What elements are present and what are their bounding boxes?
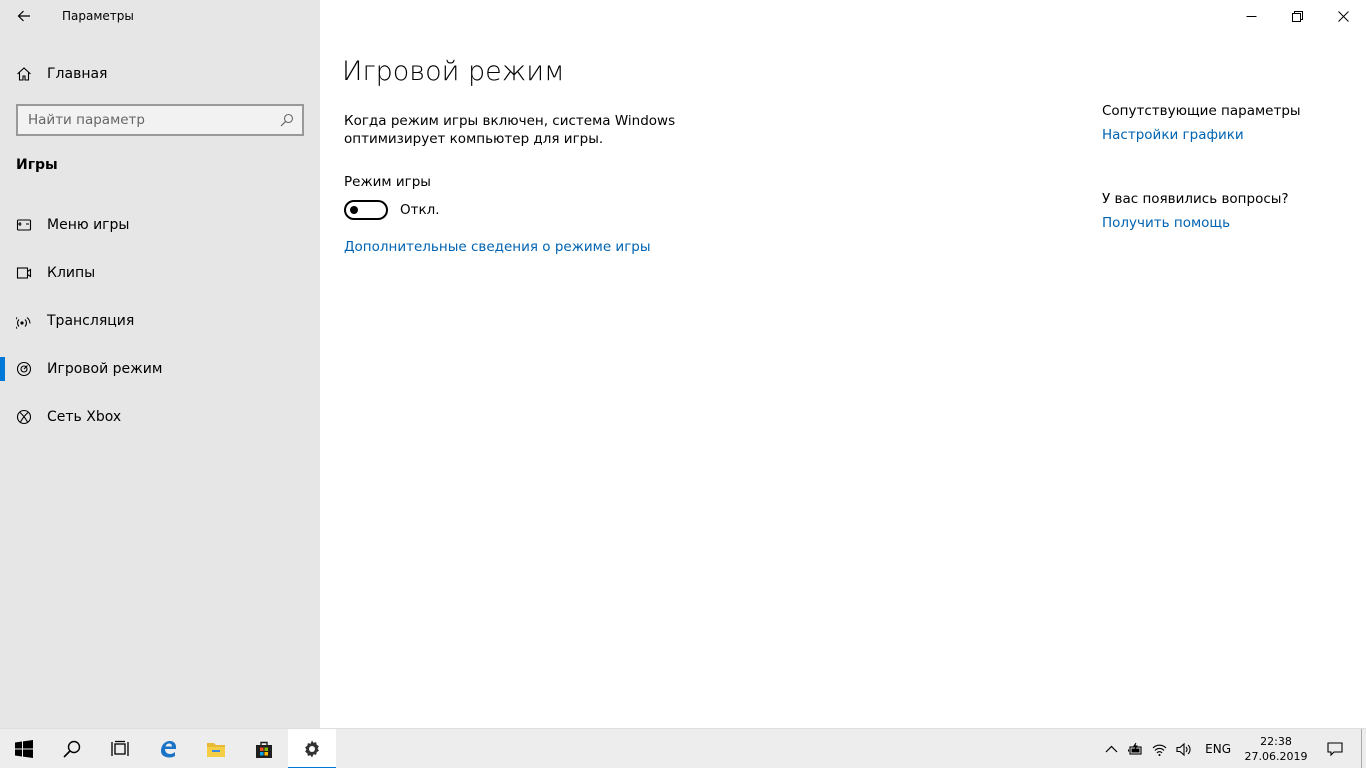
graphics-settings-link[interactable]: Настройки графики [1102, 127, 1362, 143]
back-arrow-icon [17, 10, 30, 22]
battery-icon [1127, 742, 1142, 755]
clock[interactable]: 22:38 27.06.2019 [1241, 734, 1311, 764]
minimize-button[interactable] [1228, 0, 1274, 32]
task-view-button[interactable] [96, 729, 144, 768]
windows-start-icon [15, 739, 33, 758]
close-icon [1337, 10, 1349, 22]
toggle-state-text: Откл. [400, 202, 440, 218]
get-help-link[interactable]: Получить помощь [1102, 215, 1362, 231]
clock-date: 27.06.2019 [1244, 750, 1308, 763]
file-explorer-button[interactable] [192, 729, 240, 768]
sidebar-item-label: Трансляция [47, 313, 135, 329]
action-center-button[interactable] [1311, 729, 1359, 768]
sidebar-item-game-mode[interactable]: Игровой режим [0, 345, 320, 393]
back-button[interactable] [0, 0, 48, 32]
related-settings-title: Сопутствующие параметры [1102, 103, 1301, 119]
restore-button[interactable] [1274, 0, 1320, 32]
start-button[interactable] [0, 729, 48, 768]
broadcast-icon [0, 313, 47, 329]
restore-icon [1291, 10, 1303, 22]
show-desktop-button[interactable] [1361, 729, 1366, 768]
chevron-up-icon [1105, 745, 1118, 752]
network-button[interactable] [1147, 729, 1171, 768]
questions-title: У вас появились вопросы? [1102, 191, 1289, 207]
home-icon [0, 66, 47, 82]
taskbar-search-button[interactable] [48, 729, 96, 768]
sidebar-item-label: Сеть Xbox [47, 409, 122, 425]
page-title: Игровой режим [342, 56, 565, 87]
nav-home-label: Главная [47, 66, 108, 82]
clock-time: 22:38 [1260, 735, 1292, 748]
show-hidden-icons-button[interactable] [1099, 729, 1123, 768]
game-mode-toggle[interactable] [344, 200, 388, 220]
section-title: Игры [16, 157, 58, 173]
more-info-link[interactable]: Дополнительные сведения о режиме игры [344, 239, 651, 255]
taskbar: ENG 22:38 27.06.2019 [0, 728, 1366, 768]
volume-icon [1176, 742, 1191, 756]
task-view-icon [111, 740, 129, 756]
game-mode-toggle-row: Откл. [344, 200, 440, 220]
related-settings: Сопутствующие параметры Настройки график… [1102, 103, 1362, 231]
action-center-icon [1327, 742, 1343, 757]
minimize-icon [1246, 15, 1256, 17]
nav-list: Меню игры Клипы Трансляция Игровой режим… [0, 201, 320, 441]
page-description: Когда режим игры включен, система Window… [344, 113, 676, 147]
sidebar-item-broadcast[interactable]: Трансляция [0, 297, 320, 345]
main-content: Игровой режим Когда режим игры включен, … [320, 0, 1366, 728]
app-title: Параметры [62, 9, 134, 23]
sidebar-item-label: Меню игры [47, 217, 130, 233]
sidebar: Параметры Главная Найти параметр Игры Ме… [0, 0, 320, 728]
store-button[interactable] [240, 729, 288, 768]
sidebar-item-label: Игровой режим [47, 361, 163, 377]
nav-home[interactable]: Главная [0, 56, 320, 92]
window-controls [1228, 0, 1366, 32]
file-explorer-icon [207, 742, 225, 757]
sidebar-item-captures[interactable]: Клипы [0, 249, 320, 297]
search-placeholder: Найти параметр [28, 112, 145, 128]
wifi-icon [1152, 744, 1167, 756]
game-mode-toggle-label: Режим игры [344, 174, 431, 190]
sidebar-item-xbox-networking[interactable]: Сеть Xbox [0, 393, 320, 441]
sidebar-item-label: Клипы [47, 265, 96, 281]
volume-button[interactable] [1171, 729, 1195, 768]
edge-button[interactable] [144, 729, 192, 768]
search-icon [280, 113, 294, 127]
store-icon [256, 741, 272, 758]
sidebar-item-game-bar[interactable]: Меню игры [0, 201, 320, 249]
search-icon [63, 740, 81, 758]
close-button[interactable] [1320, 0, 1366, 32]
toggle-knob [350, 206, 358, 214]
game-bar-icon [0, 217, 47, 233]
search-input[interactable]: Найти параметр [16, 104, 304, 136]
input-language[interactable]: ENG [1195, 742, 1241, 756]
system-tray: ENG 22:38 27.06.2019 [1099, 729, 1366, 768]
settings-icon [305, 740, 319, 757]
battery-button[interactable] [1123, 729, 1147, 768]
xbox-icon [0, 409, 47, 425]
edge-icon [161, 740, 176, 757]
game-mode-icon [0, 361, 47, 377]
settings-taskbar-button[interactable] [288, 728, 336, 768]
captures-icon [0, 265, 47, 281]
